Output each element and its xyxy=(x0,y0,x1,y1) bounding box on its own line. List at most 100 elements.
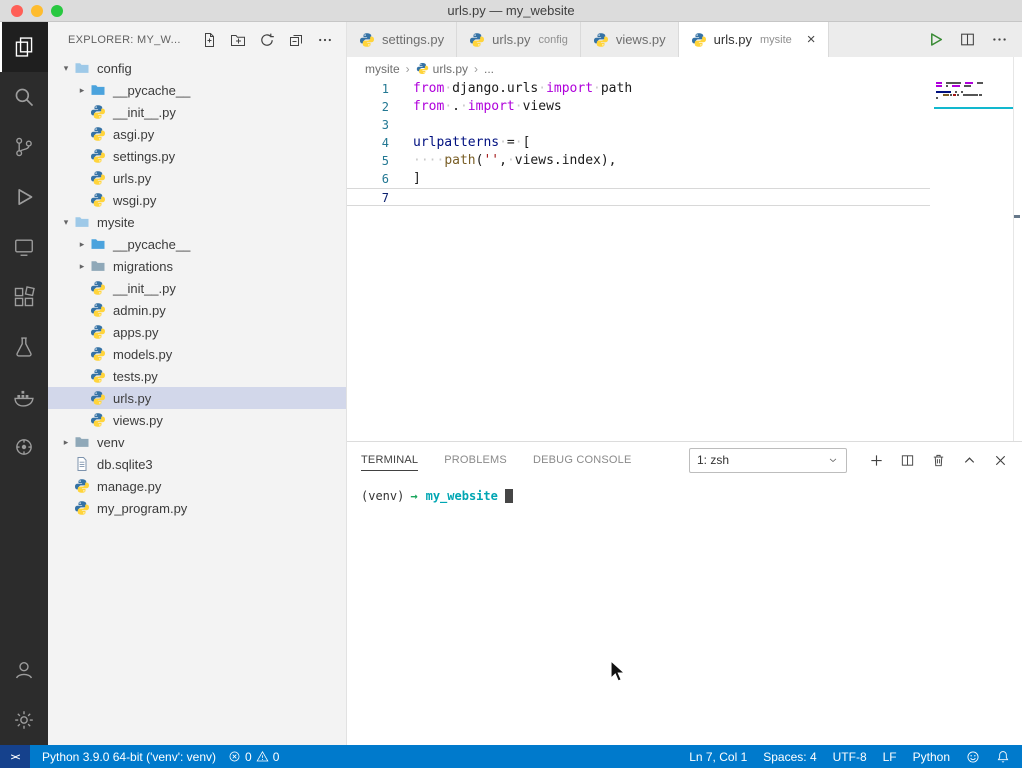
code-line-2[interactable]: 2 from·.·import·views xyxy=(347,98,930,116)
remote-indicator[interactable]: >< xyxy=(0,745,30,768)
refresh-button[interactable] xyxy=(256,29,278,51)
close-window-button[interactable] xyxy=(11,4,23,17)
tree-item-mysite[interactable]: ▾ mysite xyxy=(48,211,346,233)
problems-status[interactable]: 00 xyxy=(228,750,279,764)
kill-terminal-button[interactable] xyxy=(931,453,946,468)
tree-item-pycache[interactable]: ▸ __pycache__ xyxy=(48,233,346,255)
close-icon[interactable]: × xyxy=(807,32,816,47)
chevron-down-icon[interactable]: ▾ xyxy=(58,63,74,74)
tree-item-db-sqlite3[interactable]: db.sqlite3 xyxy=(48,453,346,475)
split-terminal-button[interactable] xyxy=(900,453,915,468)
editor[interactable]: 1 from·django.urls·import·path 2 from·.·imp… xyxy=(347,80,1022,441)
tab-urls-py-config[interactable]: urls.py config xyxy=(457,22,581,57)
editor-more-button[interactable] xyxy=(991,31,1008,48)
terminal-cursor xyxy=(504,489,513,503)
new-file-button[interactable] xyxy=(198,29,220,51)
terminal-shell-select[interactable]: 1: zsh xyxy=(689,447,847,473)
run-file-button[interactable] xyxy=(927,31,944,48)
line-number-4[interactable]: 4 xyxy=(347,134,389,152)
overview-ruler-marker xyxy=(1014,215,1020,218)
bell-button[interactable] xyxy=(996,750,1010,764)
activity-testing-button[interactable] xyxy=(0,322,48,372)
tree-item-config[interactable]: ▾ config xyxy=(48,57,346,79)
more-button[interactable] xyxy=(314,29,336,51)
code-line-1[interactable]: 1 from·django.urls·import·path xyxy=(347,80,930,98)
tab-views-py[interactable]: views.py xyxy=(580,22,679,57)
code-line-3[interactable]: 3 xyxy=(347,116,930,134)
activity-remote-explorer-button[interactable] xyxy=(0,222,48,272)
tree-item-migrations[interactable]: ▸ migrations xyxy=(48,255,346,277)
chevron-right-icon[interactable]: ▸ xyxy=(58,437,74,448)
tree-item-admin-py[interactable]: admin.py xyxy=(48,299,346,321)
minimap[interactable] xyxy=(934,82,1014,109)
tree-item-init-py[interactable]: __init__.py xyxy=(48,101,346,123)
tree-item-tests-py[interactable]: tests.py xyxy=(48,365,346,387)
new-folder-button[interactable] xyxy=(227,29,249,51)
activity-source-control-button[interactable] xyxy=(0,122,48,172)
tree-item-label: manage.py xyxy=(97,478,162,494)
activity-search-button[interactable] xyxy=(0,72,48,122)
activity-account-button[interactable] xyxy=(0,645,48,695)
breadcrumb-urls-py[interactable]: urls.py xyxy=(416,62,468,76)
panel-tab-problems[interactable]: PROBLEMS xyxy=(444,449,507,471)
line-number-1[interactable]: 1 xyxy=(347,80,389,98)
chevron-right-icon[interactable]: ▸ xyxy=(74,239,90,250)
tree-item-settings-py[interactable]: settings.py xyxy=(48,145,346,167)
line-number-2[interactable]: 2 xyxy=(347,98,389,116)
tab-urls-py-mysite[interactable]: urls.py mysite × xyxy=(678,22,829,57)
close-panel-button[interactable] xyxy=(993,453,1008,468)
activity-settings-button[interactable] xyxy=(0,695,48,745)
run-debug-icon xyxy=(18,189,33,205)
tree-item-manage-py[interactable]: manage.py xyxy=(48,475,346,497)
python-icon xyxy=(470,32,485,47)
line-number-3[interactable]: 3 xyxy=(347,116,389,134)
status-ln-7-col-1[interactable]: Ln 7, Col 1 xyxy=(689,750,747,764)
activity-extensions-button[interactable] xyxy=(0,272,48,322)
tree-item-urls-py[interactable]: urls.py xyxy=(48,167,346,189)
tree-item-venv[interactable]: ▸ venv xyxy=(48,431,346,453)
tree-item-asgi-py[interactable]: asgi.py xyxy=(48,123,346,145)
status-python[interactable]: Python xyxy=(913,750,950,764)
activity-docker-button[interactable] xyxy=(0,372,48,422)
line-number-6[interactable]: 6 xyxy=(347,170,389,188)
line-number-5[interactable]: 5 xyxy=(347,152,389,170)
tree-item-views-py[interactable]: views.py xyxy=(48,409,346,431)
chevron-right-icon[interactable]: ▸ xyxy=(74,261,90,272)
panel-tab-debug-console[interactable]: DEBUG CONSOLE xyxy=(533,449,632,471)
activity-plugin-button[interactable] xyxy=(0,422,48,472)
tree-item-label: my_program.py xyxy=(97,500,188,516)
tree-item-pycache[interactable]: ▸ __pycache__ xyxy=(48,79,346,101)
new-terminal-button[interactable] xyxy=(869,453,884,468)
tab-settings-py[interactable]: settings.py xyxy=(347,22,458,57)
minimize-window-button[interactable] xyxy=(31,4,43,17)
status-lf[interactable]: LF xyxy=(883,750,897,764)
tree-item-models-py[interactable]: models.py xyxy=(48,343,346,365)
tree-item-urls-py[interactable]: urls.py xyxy=(48,387,346,409)
panel-tab-terminal[interactable]: TERMINAL xyxy=(361,449,419,471)
python-interpreter-status[interactable]: Python 3.9.0 64-bit ('venv': venv) xyxy=(42,750,216,764)
code-line-5[interactable]: 5 ····path('',·views.index), xyxy=(347,152,930,170)
tree-item-my-program-py[interactable]: my_program.py xyxy=(48,497,346,519)
minimap-content xyxy=(934,82,1014,103)
split-editor-button[interactable] xyxy=(959,31,976,48)
maximize-panel-button[interactable] xyxy=(962,453,977,468)
chevron-right-icon[interactable]: ▸ xyxy=(74,85,90,96)
activity-explorer-button[interactable] xyxy=(0,22,48,72)
code-line-4[interactable]: 4 urlpatterns·=·[ xyxy=(347,134,930,152)
status-spaces-4[interactable]: Spaces: 4 xyxy=(763,750,816,764)
feedback-button[interactable] xyxy=(966,750,980,764)
tree-item-init-py[interactable]: __init__.py xyxy=(48,277,346,299)
code-line-6[interactable]: 6] xyxy=(347,170,930,188)
activity-run-debug-button[interactable] xyxy=(0,172,48,222)
tree-item-wsgi-py[interactable]: wsgi.py xyxy=(48,189,346,211)
status-utf-8[interactable]: UTF-8 xyxy=(833,750,867,764)
chevron-down-icon[interactable]: ▾ xyxy=(58,217,74,228)
collapse-all-button[interactable] xyxy=(285,29,307,51)
code-line-7[interactable]: 7 xyxy=(347,188,930,206)
breadcrumb-mysite[interactable]: mysite xyxy=(365,62,400,76)
zoom-window-button[interactable] xyxy=(51,4,63,17)
line-number-7[interactable]: 7 xyxy=(347,189,389,205)
breadcrumb-item[interactable]: ... xyxy=(484,62,494,76)
tree-item-apps-py[interactable]: apps.py xyxy=(48,321,346,343)
terminal[interactable]: (venv) → my_website xyxy=(347,478,1022,514)
